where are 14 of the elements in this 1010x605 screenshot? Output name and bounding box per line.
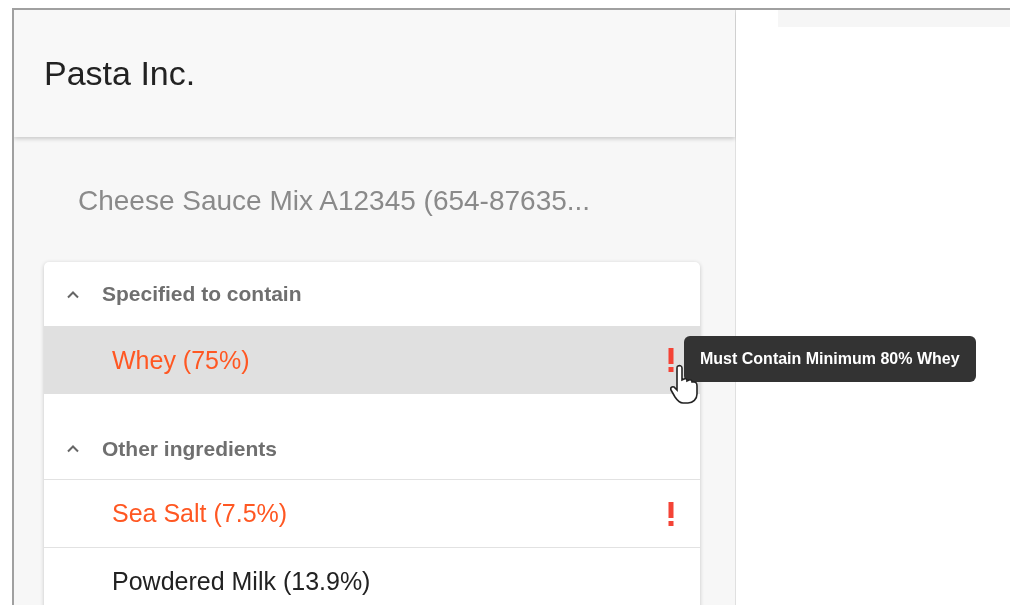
ingredient-name: Sea Salt (7.5%) <box>112 499 288 528</box>
group-header[interactable]: Other ingredients <box>102 436 278 461</box>
warning-icon[interactable] <box>668 348 674 372</box>
warning-icon[interactable] <box>668 501 674 526</box>
ingredient-name: Powdered Milk (13.9%) <box>112 566 371 596</box>
chevron-up-icon[interactable] <box>66 289 80 299</box>
app-title: Pasta Inc. <box>44 54 196 93</box>
product-title: Cheese Sauce Mix A12345 (654-87635... <box>77 184 592 217</box>
ingredient-row[interactable]: Sea Salt (7.5%) <box>44 480 700 547</box>
chevron-up-icon[interactable] <box>66 444 80 453</box>
ingredient-row[interactable]: Powdered Milk (13.9%) <box>44 547 700 605</box>
ingredient-name: Whey (75%) <box>112 345 250 375</box>
group-header[interactable]: Specified to contain <box>102 282 302 306</box>
tooltip: Must Contain Minimum 80% Whey <box>684 336 976 382</box>
